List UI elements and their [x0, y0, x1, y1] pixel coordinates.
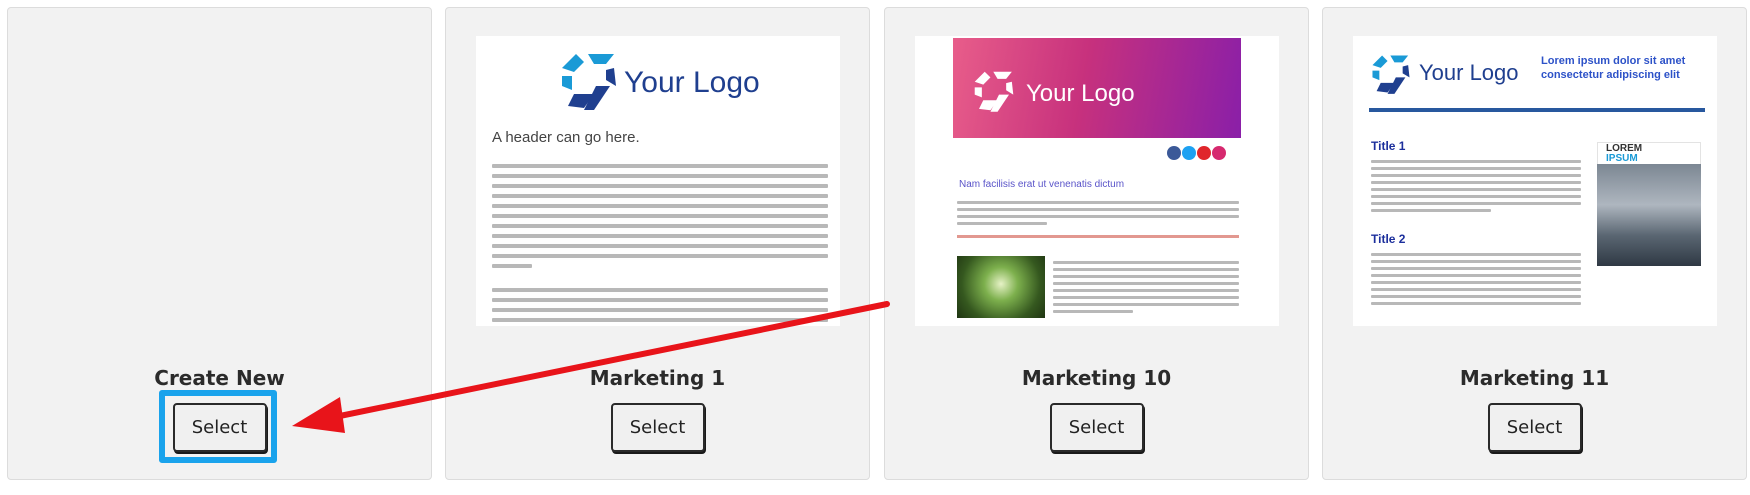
arrow-shaft: [327, 301, 890, 421]
annotation-arrow: [292, 301, 890, 433]
arrow-head-icon: [292, 397, 345, 433]
